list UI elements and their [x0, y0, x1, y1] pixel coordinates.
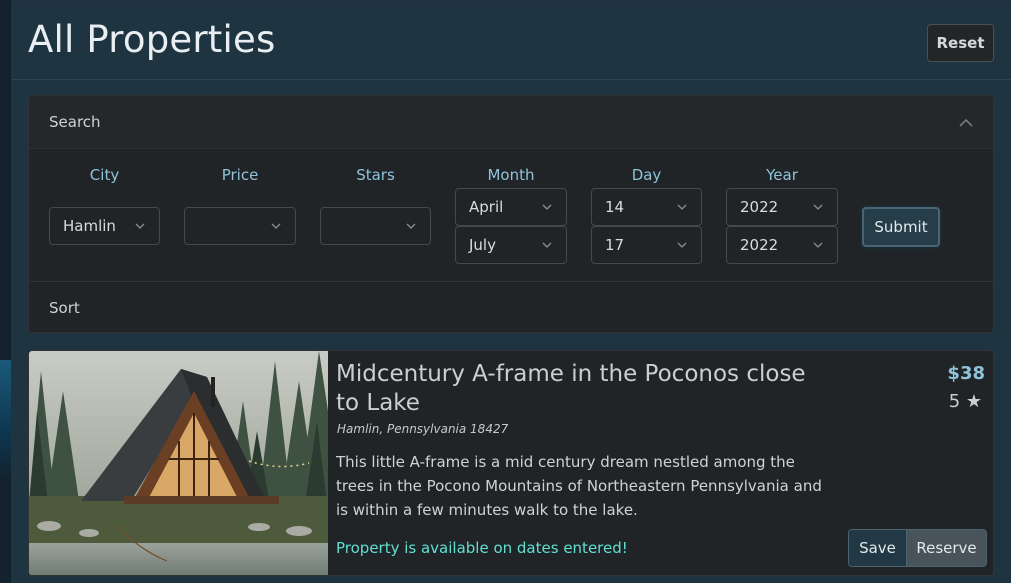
chevron-up-icon — [959, 118, 973, 127]
search-heading: Search — [49, 113, 101, 131]
save-button[interactable]: Save — [849, 530, 907, 566]
month-to-value: July — [469, 236, 496, 254]
year-to-value: 2022 — [740, 236, 779, 254]
search-accordion-header[interactable]: Search — [29, 96, 993, 149]
day-to-value: 17 — [605, 236, 625, 254]
properties-panel: All Properties Reset Search City Hamlin … — [11, 8, 1011, 583]
city-label: City — [89, 166, 120, 184]
city-value: Hamlin — [63, 217, 116, 235]
background-art — [0, 360, 11, 480]
chevron-down-icon — [677, 242, 687, 248]
chevron-down-icon — [135, 223, 145, 229]
chevron-down-icon — [813, 242, 823, 248]
page-title: All Properties — [28, 18, 276, 61]
a-frame-cabin-illustration — [29, 351, 328, 575]
page-header: All Properties Reset — [11, 8, 1011, 80]
property-photo[interactable] — [29, 351, 328, 575]
sort-accordion-header[interactable]: Sort — [29, 281, 993, 332]
property-description: This little A-frame is a mid century dre… — [336, 453, 822, 519]
card-actions: Save Reserve — [848, 529, 987, 567]
price-label: Price — [221, 166, 259, 184]
sort-heading: Sort — [49, 299, 80, 317]
month-from-value: April — [469, 198, 504, 216]
day-to-select[interactable]: 17 — [591, 226, 702, 264]
city-select[interactable]: Hamlin — [49, 207, 160, 245]
chevron-down-icon — [677, 204, 687, 210]
day-from-value: 14 — [605, 198, 625, 216]
year-from-value: 2022 — [740, 198, 779, 216]
month-from-select[interactable]: April — [455, 188, 567, 226]
property-card: Midcentury A-frame in the Poconos close … — [28, 350, 994, 576]
availability-status: Property is available on dates entered! — [336, 539, 628, 557]
submit-button[interactable]: Submit — [862, 207, 940, 247]
day-from-select[interactable]: 14 — [591, 188, 702, 226]
property-price: $38 — [947, 363, 985, 384]
chevron-down-icon — [406, 223, 416, 229]
year-from-select[interactable]: 2022 — [726, 188, 838, 226]
chevron-down-icon — [542, 242, 552, 248]
chevron-down-icon — [813, 204, 823, 210]
search-form: City Hamlin Price Stars Month April July… — [29, 149, 993, 281]
reserve-button[interactable]: Reserve — [907, 530, 986, 566]
chevron-down-icon — [271, 223, 281, 229]
month-label: Month — [487, 166, 535, 184]
stars-select[interactable] — [320, 207, 431, 245]
chevron-down-icon — [542, 204, 552, 210]
year-label: Year — [766, 166, 798, 184]
property-location: Hamlin, Pennsylvania 18427 — [337, 422, 509, 436]
property-title[interactable]: Midcentury A-frame in the Poconos close … — [336, 360, 826, 418]
year-to-select[interactable]: 2022 — [726, 226, 838, 264]
filter-accordion: Search City Hamlin Price Stars Month Apr… — [28, 95, 994, 333]
day-label: Day — [631, 166, 662, 184]
price-select[interactable] — [184, 207, 296, 245]
background-strip — [0, 0, 11, 583]
stars-label: Stars — [356, 166, 395, 184]
property-rating: 5 ★ — [948, 391, 982, 412]
reset-button[interactable]: Reset — [927, 24, 994, 62]
month-to-select[interactable]: July — [455, 226, 567, 264]
